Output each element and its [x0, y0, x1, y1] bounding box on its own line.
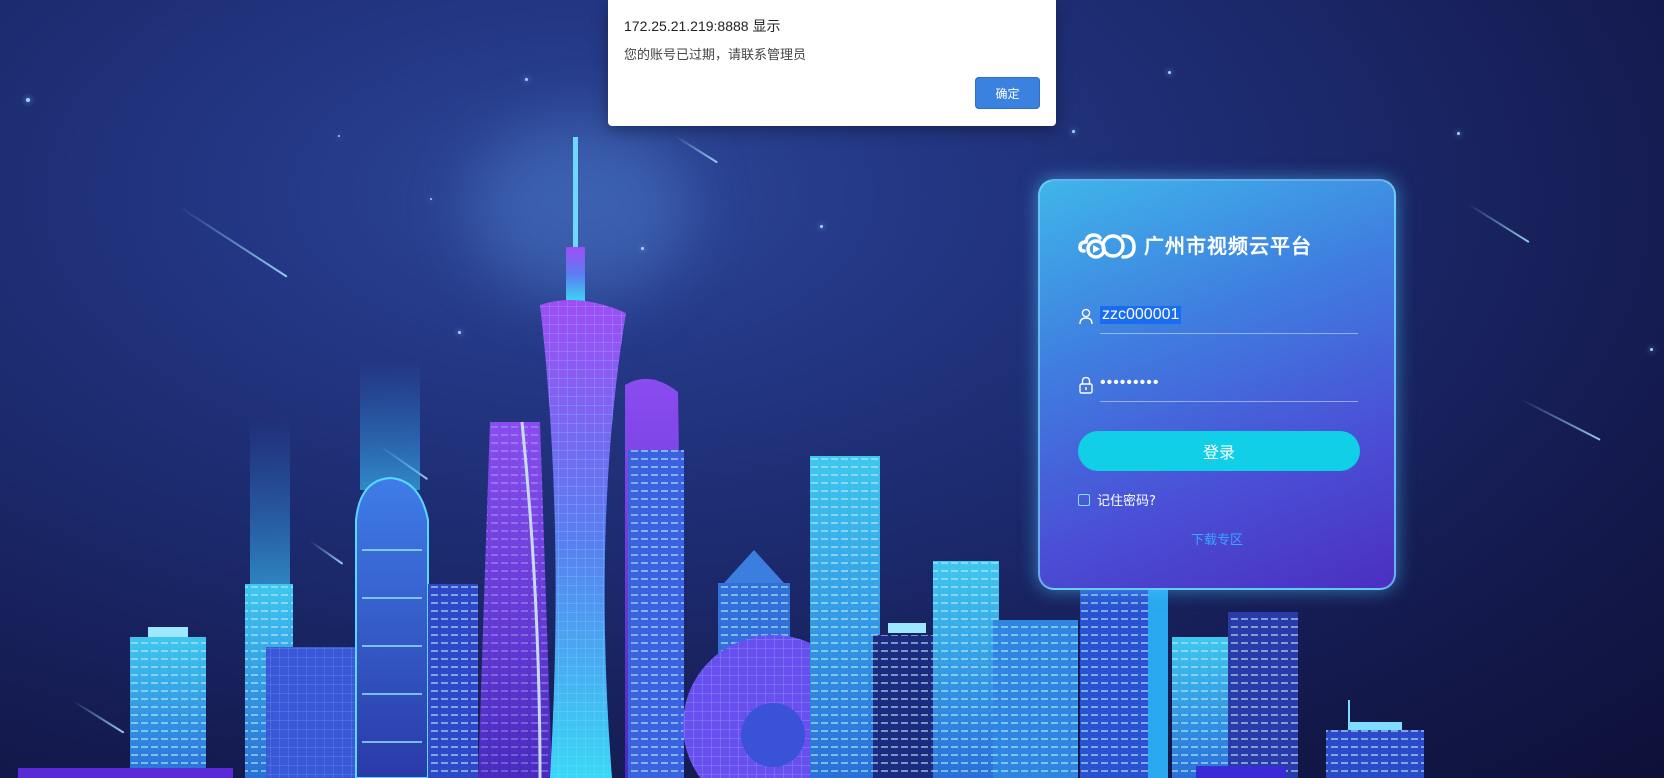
remember-checkbox[interactable]: [1078, 493, 1090, 506]
dialog-ok-button[interactable]: 确定: [975, 77, 1040, 109]
password-field[interactable]: •••••••••: [1078, 370, 1358, 402]
dialog-message: 您的账号已过期，请联系管理员: [624, 48, 807, 63]
brand-name: 广州市视频云平台: [1144, 233, 1312, 258]
password-underline: [1100, 401, 1358, 402]
username-underline: [1100, 333, 1358, 334]
alert-dialog: 172.25.21.219:8888 显示 您的账号已过期，请联系管理员 确定: [608, 0, 1056, 126]
remember-label: 记住密码?: [1097, 494, 1156, 509]
login-button[interactable]: 登录: [1078, 431, 1360, 471]
brand: 广州市视频云平台: [1078, 227, 1312, 261]
password-input[interactable]: •••••••••: [1100, 374, 1159, 392]
username-field[interactable]: zzc000001: [1078, 302, 1358, 334]
download-link[interactable]: 下载专区: [1040, 529, 1394, 548]
username-input[interactable]: zzc000001: [1100, 306, 1182, 324]
remember-password[interactable]: 记住密码?: [1078, 490, 1156, 509]
user-icon: [1079, 308, 1093, 325]
cloud-play-logo-icon: [1078, 233, 1136, 259]
login-card: 广州市视频云平台 zzc000001 ••••••••• 登录 记住密码? 下载…: [1038, 179, 1396, 590]
lock-icon: [1079, 376, 1093, 394]
dialog-title: 172.25.21.219:8888 显示: [624, 18, 781, 34]
